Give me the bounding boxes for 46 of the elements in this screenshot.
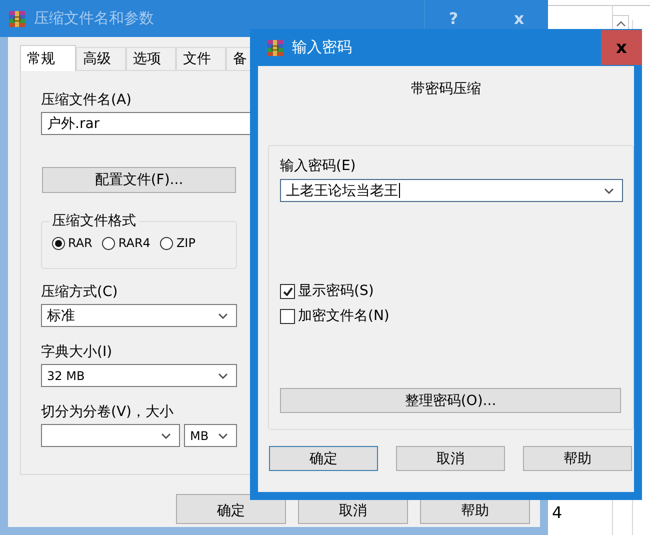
checkbox-label: 显示密码(S): [298, 282, 374, 300]
chevron-down-icon: [218, 312, 228, 318]
chevron-up-icon: [616, 20, 626, 26]
dialog-button[interactable]: 取消: [396, 446, 505, 471]
books-icon: [8, 10, 26, 28]
group-title: 压缩文件格式: [49, 212, 139, 230]
tab[interactable]: 常规: [20, 45, 76, 71]
table-cell: 4: [552, 503, 562, 522]
checkbox-label: 加密文件名(N): [298, 307, 390, 325]
radio-button[interactable]: [52, 236, 65, 250]
dropdown[interactable]: MB: [184, 424, 237, 447]
tab[interactable]: 选项: [126, 47, 176, 70]
radio-button[interactable]: [160, 236, 174, 250]
profiles-button[interactable]: 配置文件(F)...: [42, 167, 236, 193]
chevron-down-icon: [218, 432, 228, 438]
field-label: 压缩文件名(A): [41, 91, 132, 110]
books-icon: [266, 38, 284, 56]
chevron-down-icon: [161, 432, 171, 438]
field-label: 字典大小(I): [41, 343, 112, 362]
window-title: 压缩文件名和参数: [34, 9, 154, 28]
radio-button[interactable]: [102, 236, 116, 250]
checkbox[interactable]: [280, 284, 295, 298]
checkmark-icon: [282, 286, 292, 296]
chevron-down-icon: [218, 372, 228, 378]
close-button[interactable]: x: [601, 30, 642, 65]
text-cursor: [399, 183, 400, 198]
password-field[interactable]: 上老王论坛当老王: [280, 179, 623, 202]
tab[interactable]: 高级: [76, 47, 126, 70]
dialog-button[interactable]: 帮助: [523, 446, 632, 471]
chevron-down-icon: [604, 188, 614, 194]
dropdown[interactable]: [41, 424, 180, 447]
dialog-button[interactable]: 确定: [269, 446, 378, 471]
radio-label: ZIP: [176, 236, 196, 250]
organize-button[interactable]: 整理密码(O)...: [280, 388, 621, 413]
checkbox[interactable]: [280, 308, 295, 324]
field-label: 压缩方式(C): [41, 283, 118, 302]
dialog-heading: 带密码压缩: [411, 80, 481, 98]
radio-label: RAR4: [118, 236, 150, 250]
radio-label: RAR: [68, 236, 92, 250]
window-title: 输入密码: [292, 38, 352, 57]
field-label: 输入密码(E): [280, 157, 356, 176]
dropdown[interactable]: 标准: [41, 304, 237, 327]
dropdown[interactable]: 32 MB: [41, 364, 237, 387]
dialog-button[interactable]: 确定: [176, 494, 286, 524]
tab[interactable]: 文件: [176, 47, 226, 70]
field-label: 切分为分卷(V)，大小: [41, 403, 174, 422]
